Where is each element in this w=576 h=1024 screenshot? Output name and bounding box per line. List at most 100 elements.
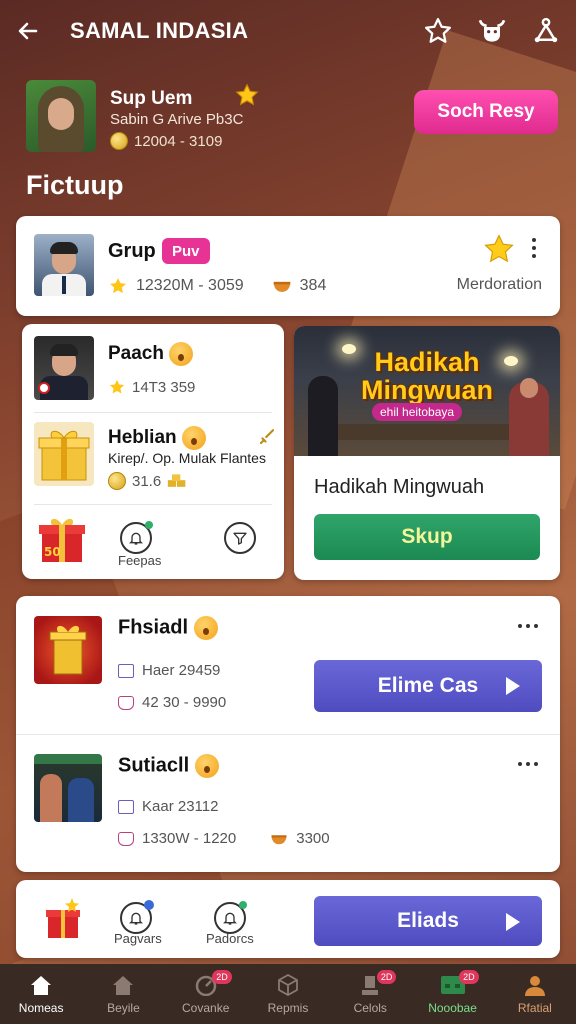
action-play-button[interactable]: Eliads [314,896,542,946]
filter-button[interactable] [224,522,256,554]
member-stat: 31.6 [108,472,187,490]
game-thumbnail [34,754,102,822]
filter-icon [233,532,247,545]
game-title: Sutiacll [118,754,219,778]
play-icon [506,677,520,695]
game-title: Fhsiadl [118,616,218,640]
coin-value: 12004 - 3109 [134,132,223,150]
nav-item-home[interactable]: Nomeas [0,964,82,1024]
gold-star-icon [234,82,260,113]
game-stat: Haer 29459 [118,662,220,679]
page-title: SAMAL INDASIA [70,18,249,43]
bag-icon [118,831,134,846]
promo-image-caption: ehil heitobaya [372,403,463,421]
more-options-icon[interactable] [518,624,538,628]
game-row[interactable]: Fhsiadl Haer 29459 42 30 - 9990 Elime Ca… [16,596,560,734]
chart-icon [118,799,134,814]
group-card[interactable]: Grup Puv 12320M - 3059 384 Merdoration [16,216,560,316]
back-arrow-icon[interactable] [14,17,42,45]
sword-icon [259,429,275,445]
game-stat: Kaar 23112 [118,798,218,815]
gift-icon[interactable] [44,896,84,942]
coin-icon [108,472,126,490]
gold-bars-icon [168,474,186,487]
red-gift-icon[interactable]: 50 [36,512,88,564]
nav-item-gauge[interactable]: 2D Covanke [165,964,247,1024]
bell-button[interactable] [214,901,247,934]
group-role: Merdoration [456,276,542,293]
member-list-card: Paach 14T3 359 Heblian Kirep/. Op. Mulak… [22,324,284,579]
more-options-icon[interactable] [532,238,538,258]
member-name: Heblian [108,426,206,450]
profile-subtitle: Sabin G Arive Pb3C [110,111,244,128]
member-description: Kirep/. Op. Mulak Flantes [108,450,266,466]
play-icon [506,913,520,931]
profile-header: Sup Uem Sabin G Arive Pb3C 12004 - 3109 … [26,80,558,155]
promo-title: Hadikah Mingwuah [314,476,485,498]
bell-button[interactable] [120,521,153,554]
group-badge: Puv [162,238,210,264]
notification-badge: 2D [212,970,232,984]
user-icon [522,973,548,997]
member-name: Paach [108,342,194,366]
coin-balance: 12004 - 3109 [110,132,222,150]
action-label: Padorcs [206,931,254,946]
gift-box-icon [34,422,94,486]
game-play-button[interactable]: Elime Cas [314,660,542,712]
group-stats: 12320M - 3059 384 [108,276,326,296]
top-bar: SAMAL INDASIA [0,0,576,62]
group-avatar [34,234,94,296]
house-icon [110,973,136,997]
game-row[interactable]: Sutiacll Kaar 23112 1330W - 1220 3300 [16,734,560,872]
notification-badge: 2D [459,970,479,984]
promo-card[interactable]: Hadikah Mingwuan ehil heitobaya Hadikah … [294,326,560,580]
game-stat: 42 30 - 9990 [118,694,226,711]
surprised-emoji-icon [181,426,206,450]
coin-icon [110,132,128,150]
nav-item-cube[interactable]: Repmis [247,964,329,1024]
game-stat: 1330W - 1220 3300 [118,830,330,847]
nav-item-profile[interactable]: Rfatial [494,964,576,1024]
footer-label: Feepas [118,553,162,568]
group-name: Grup [108,240,156,262]
group-stats-left: 12320M - 3059 [136,277,244,294]
promo-image: Hadikah Mingwuan ehil heitobaya [294,326,560,456]
bell-button[interactable] [120,900,154,934]
list-item[interactable]: Heblian Kirep/. Op. Mulak Flantes 31.6 [34,422,275,494]
bag-icon [118,695,134,710]
svg-text:50: 50 [44,545,61,559]
surprised-emoji-icon [169,342,194,366]
share-icon[interactable] [530,15,562,47]
surprised-emoji-icon [194,754,219,778]
promo-action-button[interactable]: Skup [314,514,540,560]
more-options-icon[interactable] [518,762,538,766]
promo-headline: Hadikah Mingwuan [361,347,493,405]
bottom-navigation: Nomeas Beyile 2D Covanke Repmis 2D Celol… [0,964,576,1024]
bull-icon[interactable] [476,15,508,47]
action-card: Pagvars Padorcs Eliads [16,880,560,958]
bell-icon [129,912,143,925]
bell-icon [223,912,237,925]
home-icon [28,973,54,997]
bell-icon [129,532,143,545]
star-small-icon [110,278,126,294]
game-thumbnail [34,616,102,684]
chart-icon [118,663,134,678]
avatar[interactable] [26,80,96,152]
nav-item-grid[interactable]: 2D Nooobae [411,964,493,1024]
nav-item-trophy[interactable]: 2D Celols [329,964,411,1024]
profile-action-button[interactable]: Soch Resy [414,90,558,134]
list-item[interactable]: Paach 14T3 359 [34,336,274,404]
notification-badge: 2D [376,970,397,984]
surprised-emoji-icon [193,616,218,640]
nav-item-house[interactable]: Beyile [82,964,164,1024]
star-icon[interactable] [422,15,454,47]
member-stat: 14T3 359 [108,378,195,396]
member-avatar [34,336,94,400]
favorite-star-icon[interactable] [482,232,516,271]
action-label: Pagvars [114,931,162,946]
cube-icon [275,973,301,997]
bowl-icon [271,834,287,844]
star-small-icon [109,379,125,394]
game-list-card: Fhsiadl Haer 29459 42 30 - 9990 Elime Ca… [16,596,560,872]
